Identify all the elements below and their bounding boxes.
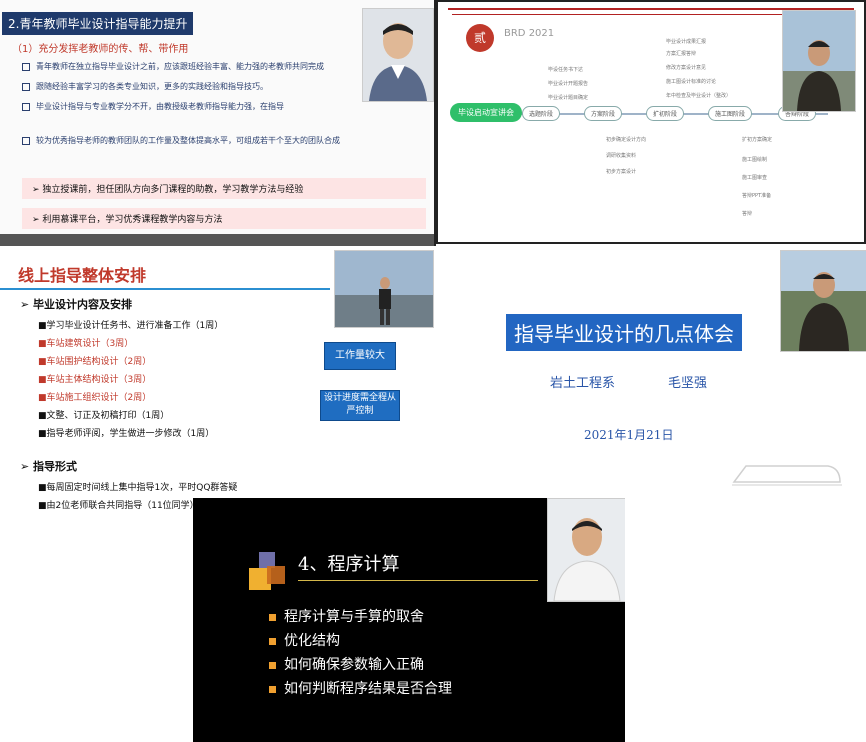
timeline-leaf: 毕业设计开题报告 xyxy=(548,81,589,87)
timeline-leaf: 答辩PPT准备 xyxy=(742,193,772,199)
slide-teacher-training: 2.青年教师毕业设计指导能力提升 （1）充分发挥老教师的传、帮、带作用 青年教师… xyxy=(0,0,436,246)
person-silhouette-icon xyxy=(363,9,433,101)
section-badge: 贰 xyxy=(466,24,494,52)
topic-item: 如何判断程序结果是否合理 xyxy=(269,678,452,698)
timeline-leaf: 毕设任务书下达 xyxy=(548,67,584,73)
person-silhouette-icon xyxy=(548,499,625,601)
timeline-leaf: 初步方案设计 xyxy=(606,169,637,175)
bullet-icon xyxy=(269,685,276,693)
person-silhouette-icon xyxy=(335,251,433,327)
phase-node: 方案阶段 xyxy=(584,106,623,121)
progress-callout: 设计进度需全程从严控制 xyxy=(320,390,400,421)
highlight-row: ➢ 利用慕课平台，学习优秀课程教学内容与方法 xyxy=(22,208,426,229)
start-node: 毕设启动宣讲会 xyxy=(450,103,522,122)
topic-item: 如何确保参数输入正确 xyxy=(269,654,424,674)
phase-node: 扩初阶段 xyxy=(646,106,685,121)
checkbox-bullet-icon xyxy=(22,102,30,111)
date-label: 2021年1月21日 xyxy=(584,428,674,442)
department-label: 岩土工程系 xyxy=(550,376,616,391)
workload-callout: 工作量较大 xyxy=(324,342,396,370)
title-rule xyxy=(298,580,538,581)
bullet-item: 毕业设计指导与专业教学分不开，由教授级老教师指导能力强，在指导 xyxy=(22,100,414,114)
phase-node: 施工图阶段 xyxy=(708,106,753,121)
phase-node: 选题阶段 xyxy=(522,106,561,121)
timeline-leaf: 修改方案设计意见 xyxy=(666,65,707,71)
checkbox-bullet-icon xyxy=(22,62,30,71)
slide-title: 线上指导整体安排 xyxy=(18,266,147,285)
timeline-leaf: 施工图设计标准的讨论 xyxy=(666,79,717,85)
timeline-leaf: 方案汇报答辩 xyxy=(666,51,697,57)
timeline-leaf: 调研收集资料 xyxy=(606,153,637,159)
presenter-video-tile xyxy=(362,8,434,102)
bullet-item: 跟随经验丰富学习的各类专业知识，更多的实践经验和指导技巧。 xyxy=(22,80,414,94)
presenter-video-tile xyxy=(782,10,856,112)
slide-program-calculation: 4、程序计算 程序计算与手算的取舍 优化结构 如何确保参数输入正确 如何判断程序… xyxy=(193,498,625,742)
bullet-icon xyxy=(269,637,276,645)
timeline-leaf: 答辩 xyxy=(742,211,753,217)
person-silhouette-icon xyxy=(783,11,855,111)
person-silhouette-icon xyxy=(781,251,866,351)
schedule-item: ■文整、订正及初稿打印（1周） xyxy=(38,411,170,421)
slide-subtitle: （1）充分发挥老教师的传、帮、带作用 xyxy=(12,44,189,55)
topic-item: 程序计算与手算的取舍 xyxy=(269,606,424,626)
schedule-item: ■学习毕业设计任务书、进行准备工作（1周） xyxy=(38,321,224,331)
presenter-video-tile xyxy=(547,498,625,602)
title-rule xyxy=(0,288,330,290)
slide-title: 2.青年教师毕业设计指导能力提升 xyxy=(2,12,194,35)
slide-timeline: 贰 BRD 2021 毕设启动宣讲会 选题阶段 方案阶段 扩初阶段 施工图阶段 … xyxy=(436,0,866,244)
slide-title: 4、程序计算 xyxy=(298,554,400,575)
section-heading: ➢ 指导形式 xyxy=(20,460,78,473)
slide-title-page: 指导毕业设计的几点体会 岩土工程系 毛坚强 2021年1月21日 xyxy=(434,250,866,498)
format-item: ■每周固定时间线上集中指导1次，平时QQ群答疑 xyxy=(38,483,238,493)
schedule-item: ■车站围护结构设计（2周） xyxy=(38,357,152,367)
bullet-icon xyxy=(269,613,276,621)
timeline-leaf: 施工图绘制 xyxy=(742,157,768,163)
schedule-item: ■指导老师评阅，学生做进一步修改（1周） xyxy=(38,429,215,439)
topic-item: 优化结构 xyxy=(269,630,340,650)
schedule-item: ■车站建筑设计（3周） xyxy=(38,339,134,349)
checkbox-bullet-icon xyxy=(22,136,30,145)
timeline-leaf: 施工图审查 xyxy=(742,175,768,181)
bullet-item: 青年教师在独立指导毕业设计之前，应该跟班经验丰富、能力强的老教师共同完成 xyxy=(22,60,414,74)
schedule-item: ■车站主体结构设计（3周） xyxy=(38,375,152,385)
brd-label: BRD 2021 xyxy=(504,28,555,39)
presenter-video-tile xyxy=(334,250,434,328)
presenter-video-tile xyxy=(780,250,866,352)
decorative-squares-icon xyxy=(249,552,285,590)
timeline-leaf: 毕业设计成果汇报 xyxy=(666,39,707,45)
presentation-title: 指导毕业设计的几点体会 xyxy=(506,314,742,351)
timeline-leaf: 年中检查及毕业设计（整改） xyxy=(666,93,732,99)
highlight-row: ➢ 独立授课前，担任团队方向多门课程的助教，学习教学方法与经验 xyxy=(22,178,426,199)
train-icon xyxy=(732,465,842,486)
checkbox-bullet-icon xyxy=(22,82,30,91)
author-label: 毛坚强 xyxy=(668,376,708,391)
section-heading: ➢ 毕业设计内容及安排 xyxy=(20,298,133,311)
schedule-item: ■车站施工组织设计（2周） xyxy=(38,393,152,403)
bullet-icon xyxy=(269,661,276,669)
timeline-leaf: 初步确定设计方向 xyxy=(606,137,647,143)
bullet-item: 较为优秀指导老师的教师团队的工作量及整体提高水平，可组成若干个至大的团队合成 xyxy=(22,134,414,148)
timeline-leaf: 扩初方案确定 xyxy=(742,137,773,143)
format-item: ■由2位老师联合共同指导（11位同学） xyxy=(38,501,199,511)
slide-online-guidance: 线上指导整体安排 ➢ 毕业设计内容及安排 ■学习毕业设计任务书、进行准备工作（1… xyxy=(0,250,434,516)
video-control-bar xyxy=(0,234,434,246)
timeline-leaf: 毕业设计题目确定 xyxy=(548,95,589,101)
